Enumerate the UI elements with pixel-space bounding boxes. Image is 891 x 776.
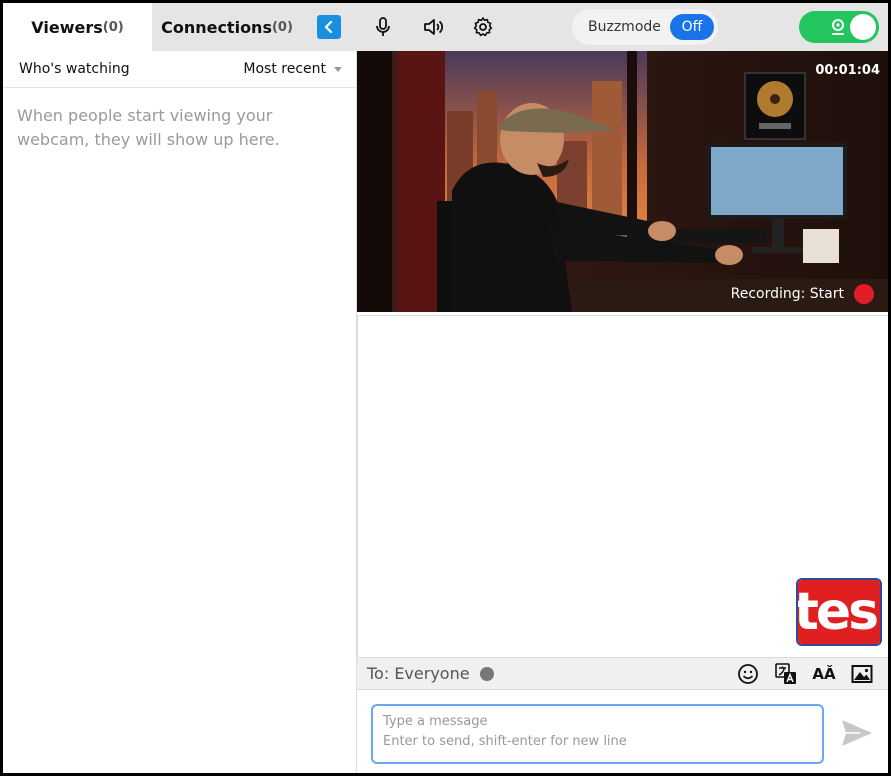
font-size-button[interactable]: AǍ: [812, 662, 836, 686]
font-size-icon: AǍ: [812, 665, 836, 683]
top-bar: Viewers (0) Connections (0) Buzzmode Off: [3, 3, 888, 51]
recipient-row: To: Everyone AǍ: [357, 657, 888, 689]
microphone-icon: [376, 17, 390, 36]
gear-icon: [473, 17, 493, 37]
viewers-panel: Who's watching Most recent When people s…: [3, 51, 357, 773]
chat-message-area: tes: [357, 315, 888, 657]
image-icon: [851, 665, 873, 683]
message-composer: Type a message Enter to send, shift-ente…: [357, 689, 888, 773]
webcam-preview-image: [357, 51, 888, 312]
emoji-icon: [738, 664, 758, 684]
translate-button[interactable]: [774, 662, 798, 686]
chevron-left-icon: [324, 21, 333, 33]
webcam-icon: [832, 19, 844, 35]
chat-tools: AǍ: [736, 662, 874, 686]
recipient-selector[interactable]: To: Everyone: [367, 664, 470, 683]
recording-label: Recording: Start: [730, 286, 844, 302]
emoji-button[interactable]: [736, 662, 760, 686]
tab-connections[interactable]: Connections (0): [152, 3, 302, 51]
webcam-toggle[interactable]: [799, 11, 879, 43]
tab-viewers-label: Viewers: [31, 17, 103, 37]
caret-down-icon: [334, 66, 342, 72]
sort-dropdown[interactable]: Most recent: [243, 61, 342, 77]
microphone-button[interactable]: [371, 15, 395, 39]
record-dot-icon: [854, 284, 874, 304]
broadcast-timer: 00:01:04: [815, 63, 880, 78]
translate-icon: [775, 663, 796, 684]
buzzmode-control[interactable]: Buzzmode Off: [572, 9, 718, 45]
webcam-toggle-knob: [850, 14, 876, 40]
recording-control[interactable]: Recording: Start: [731, 284, 874, 304]
test-image-thumbnail[interactable]: tes: [796, 578, 882, 646]
buzzmode-toggle[interactable]: Off: [670, 14, 714, 40]
send-icon[interactable]: [840, 718, 874, 748]
tab-connections-label: Connections: [161, 17, 272, 37]
message-placeholder-line1: Type a message: [383, 714, 488, 729]
collapse-panel-button[interactable]: [317, 15, 341, 39]
who-watching-label: Who's watching: [19, 61, 130, 77]
sort-dropdown-value: Most recent: [243, 61, 326, 77]
recipient-status-dot: [479, 666, 494, 681]
tab-viewers-count: (0): [102, 19, 124, 35]
viewers-filter-row: Who's watching Most recent: [3, 51, 356, 88]
app-window: Viewers (0) Connections (0) Buzzmode Off W: [0, 0, 891, 776]
test-image-text: tes: [796, 582, 879, 642]
speaker-button[interactable]: [421, 15, 445, 39]
image-upload-button[interactable]: [850, 662, 874, 686]
buzzmode-label: Buzzmode: [588, 19, 661, 35]
message-placeholder-line2: Enter to send, shift-enter for new line: [383, 734, 627, 749]
tab-viewers[interactable]: Viewers (0): [3, 3, 152, 51]
tab-connections-count: (0): [271, 19, 293, 35]
webcam-video: 00:01:04 Recording: Start: [357, 51, 888, 312]
message-input[interactable]: Type a message Enter to send, shift-ente…: [371, 704, 824, 764]
settings-button[interactable]: [471, 15, 495, 39]
speaker-icon: [424, 19, 444, 35]
viewers-empty-message: When people start viewing your webcam, t…: [17, 106, 280, 149]
